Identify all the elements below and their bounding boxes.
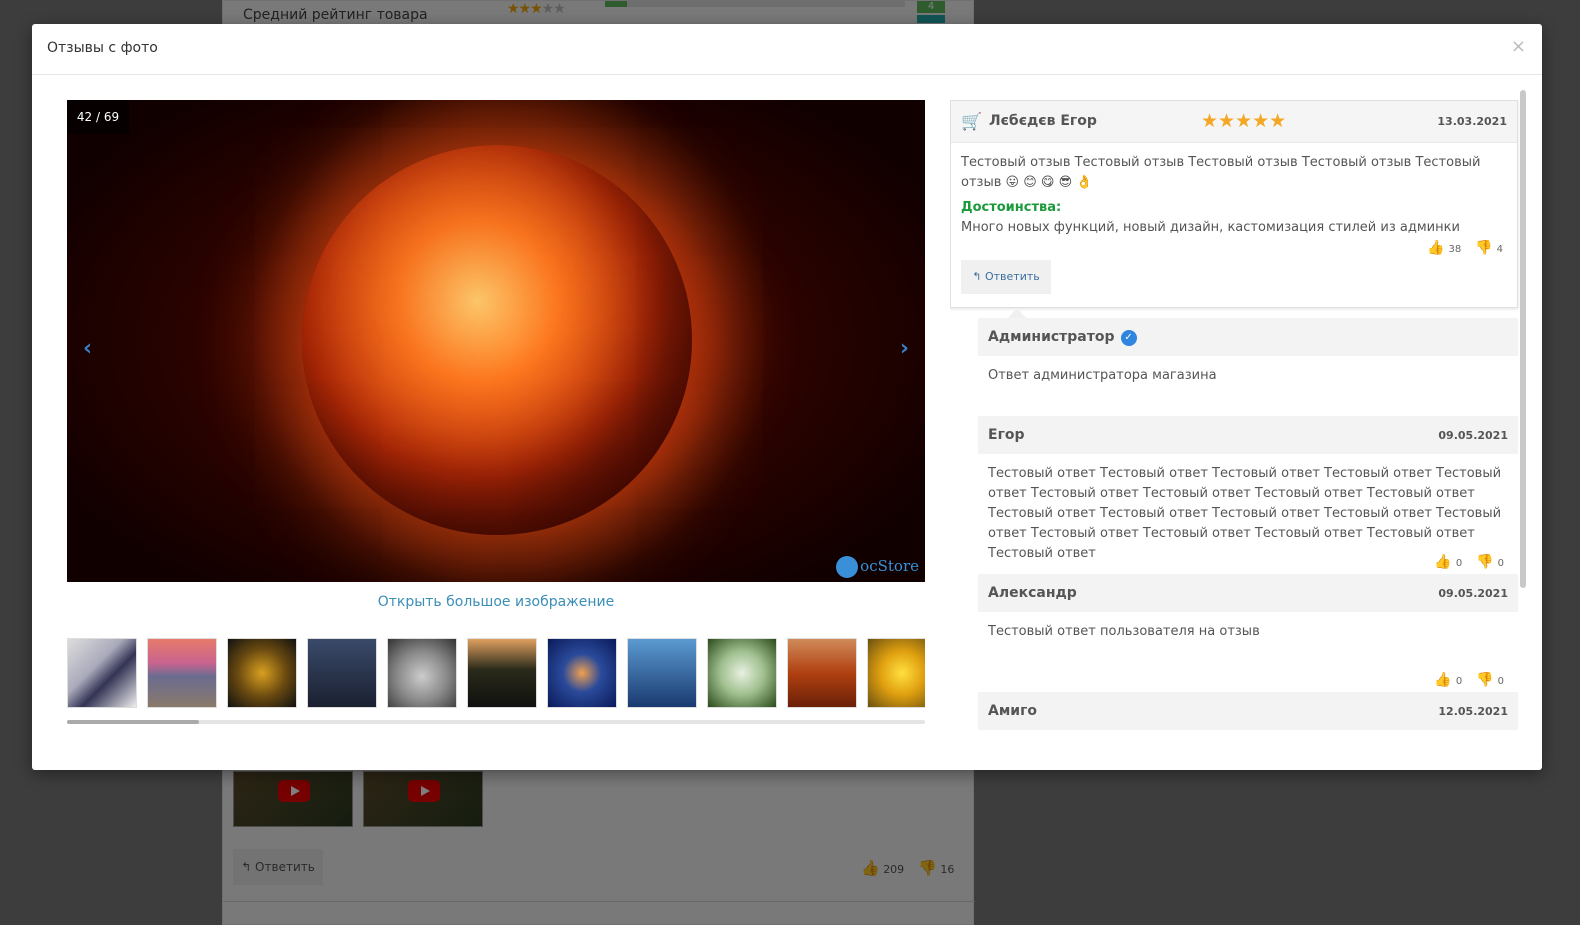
thumbnail[interactable]	[547, 638, 617, 708]
reply-thread-arrow	[1008, 308, 1026, 318]
pros-label: Достоинства:	[961, 200, 1062, 215]
reply-date: 09.05.2021	[1438, 429, 1508, 442]
dislikes-count: 0	[1497, 676, 1504, 687]
open-large-image-link[interactable]: Открыть большое изображение	[67, 594, 925, 610]
shopping-cart-icon: 🛒	[961, 112, 983, 132]
review-emojis: 😛 😊 😋 😎 👌	[1005, 175, 1093, 190]
thumbnail[interactable]	[387, 638, 457, 708]
thumbnail-strip	[67, 638, 925, 710]
review-card: 🛒 Лєбєдєв Егор ★★★★★ 13.03.2021 Тестовый…	[950, 100, 1518, 308]
reply-votes: 👍 0 👎 0	[1434, 554, 1504, 570]
reply-author: Амиго	[988, 703, 1038, 719]
thumbs-down-icon[interactable]: 👎	[1476, 554, 1493, 570]
reply-date: 12.05.2021	[1438, 705, 1508, 718]
image-counter: 42 / 69	[67, 100, 129, 134]
reply-item: Александр 09.05.2021 Тестовый ответ поль…	[978, 574, 1518, 692]
reply-author: Александр	[988, 585, 1077, 601]
reply-header: Егор 09.05.2021	[978, 416, 1518, 454]
reply-date: 09.05.2021	[1438, 587, 1508, 600]
review-panel-scrollbar[interactable]	[1520, 90, 1526, 588]
review-header: 🛒 Лєбєдєв Егор ★★★★★ 13.03.2021	[951, 101, 1517, 143]
reply-header: Амиго 12.05.2021	[978, 692, 1518, 730]
photo-reviews-modal: Отзывы с фото × 42 / 69 ‹ › ocStore Откр…	[32, 24, 1542, 770]
dislikes-count: 0	[1497, 558, 1504, 569]
thumbnail[interactable]	[67, 638, 137, 708]
reply-text: Тестовый ответ Тестовый ответ Тестовый о…	[988, 466, 1502, 561]
thumbnail[interactable]	[627, 638, 697, 708]
planet-image	[302, 145, 692, 535]
reply-item: Амиго 12.05.2021	[978, 692, 1518, 752]
review-votes: 👍 38 👎 4	[1427, 240, 1503, 256]
thumbs-up-icon[interactable]: 👍	[1434, 554, 1451, 570]
thumbnail[interactable]	[467, 638, 537, 708]
likes-count: 0	[1455, 676, 1463, 687]
thumbs-up-icon[interactable]: 👍	[1427, 240, 1444, 256]
thumbnail-scrollbar[interactable]	[67, 720, 925, 724]
reply-text: Тестовый ответ пользователя на отзыв	[988, 624, 1260, 639]
thumbnail[interactable]	[787, 638, 857, 708]
scrollbar-handle[interactable]	[67, 720, 199, 724]
close-icon[interactable]: ×	[1511, 36, 1526, 57]
thumbs-down-icon[interactable]: 👎	[1475, 240, 1492, 256]
chevron-left-icon[interactable]: ‹	[83, 336, 92, 361]
thumbs-up-icon[interactable]: 👍	[1434, 672, 1451, 688]
verified-check-icon: ✓	[1120, 330, 1137, 346]
review-date: 13.03.2021	[1437, 115, 1507, 128]
replies-list: Администратор ✓ Ответ администратора мага…	[978, 318, 1518, 756]
reply-button[interactable]: ↰ Ответить	[961, 260, 1051, 294]
thumbs-down-icon[interactable]: 👎	[1476, 672, 1493, 688]
reply-author: Администратор ✓	[988, 329, 1137, 346]
reply-author: Егор	[988, 427, 1025, 443]
review-panel: 🛒 Лєбєдєв Егор ★★★★★ 13.03.2021 Тестовый…	[950, 100, 1530, 756]
reply-item: Егор 09.05.2021 Тестовый ответ Тестовый …	[978, 416, 1518, 574]
thumbnail[interactable]	[147, 638, 217, 708]
dislikes-count: 4	[1496, 244, 1503, 255]
reply-item: Администратор ✓ Ответ администратора мага…	[978, 318, 1518, 416]
reply-text	[978, 730, 1518, 740]
reply-header: Александр 09.05.2021	[978, 574, 1518, 612]
reply-header: Администратор ✓	[978, 318, 1518, 356]
likes-count: 38	[1448, 244, 1462, 255]
reply-text: Ответ администратора магазина	[988, 368, 1217, 383]
review-text: Тестовый отзыв Тестовый отзыв Тестовый о…	[961, 153, 1506, 193]
modal-title: Отзывы с фото	[47, 40, 158, 56]
reply-votes: 👍 0 👎 0	[1434, 672, 1504, 688]
modal-header: Отзывы с фото ×	[32, 24, 1542, 75]
ocstore-watermark: ocStore	[836, 556, 919, 578]
main-review-image[interactable]: 42 / 69 ‹ › ocStore	[67, 100, 925, 582]
thumbnail[interactable]	[307, 638, 377, 708]
review-author: Лєбєдєв Егор	[989, 113, 1097, 129]
watermark-text: ocStore	[860, 557, 919, 575]
thumbnail[interactable]	[227, 638, 297, 708]
likes-count: 0	[1455, 558, 1463, 569]
ocstore-logo-icon	[836, 556, 859, 578]
thumbnail[interactable]	[867, 638, 925, 708]
rating-stars: ★★★★★	[1201, 110, 1287, 132]
thumbnail[interactable]	[707, 638, 777, 708]
pros-text: Много новых функций, новый дизайн, касто…	[961, 220, 1460, 235]
chevron-right-icon[interactable]: ›	[900, 336, 909, 361]
